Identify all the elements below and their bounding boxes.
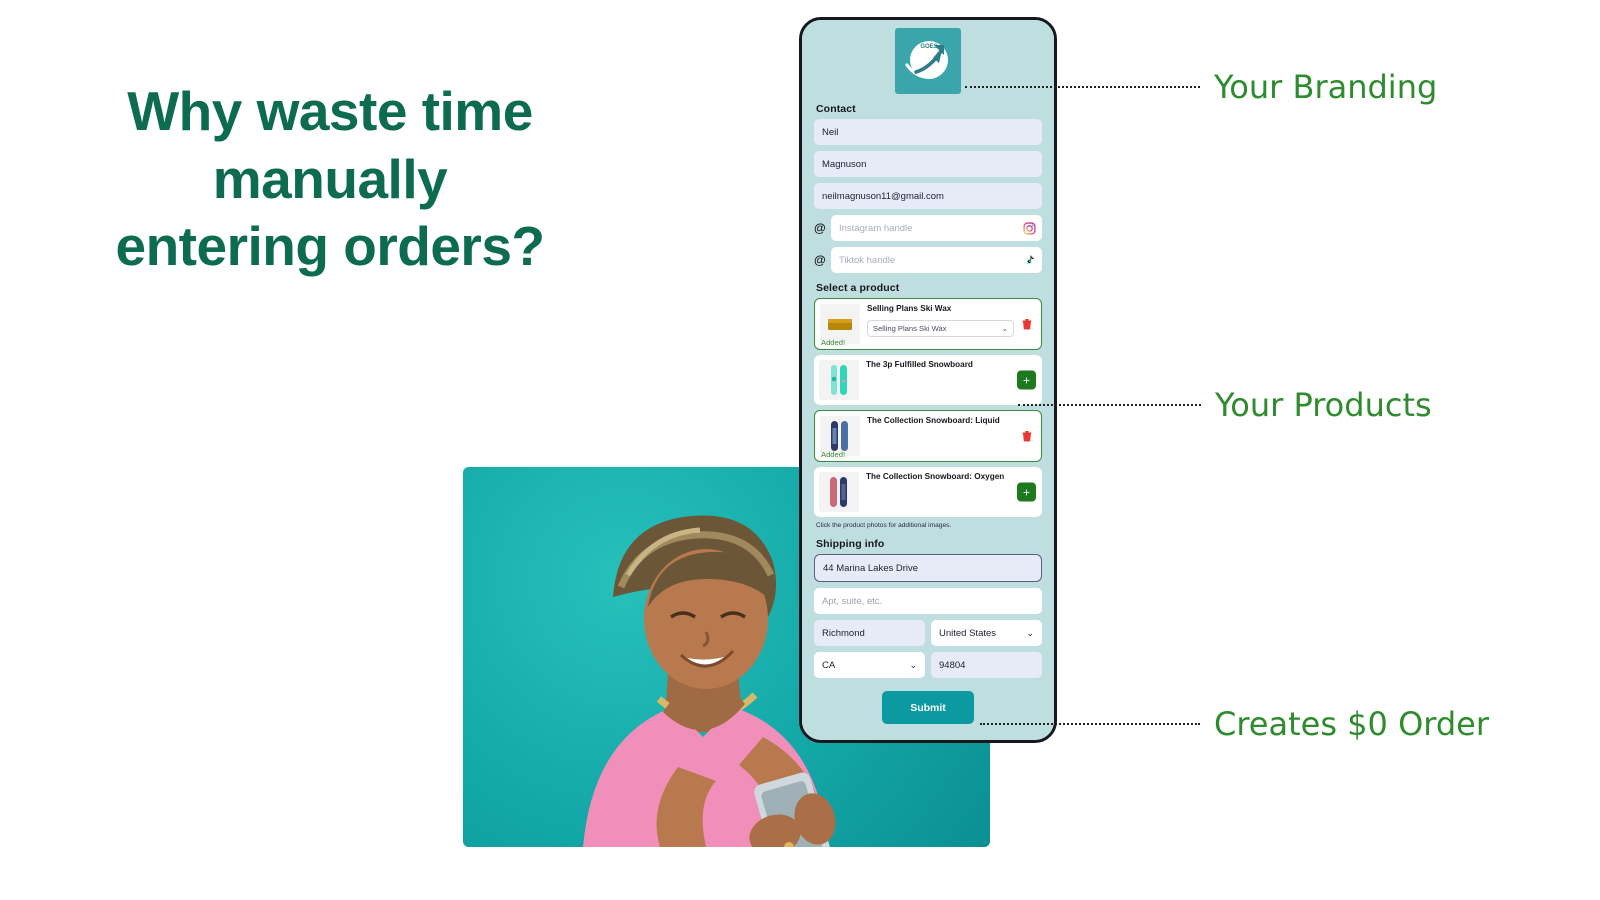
headline-line-2: manually xyxy=(212,147,448,210)
instagram-placeholder: Instagram handle xyxy=(839,222,913,234)
product-status-badge: Added! xyxy=(821,450,846,459)
product-thumbnail[interactable] xyxy=(819,472,859,512)
product-card[interactable]: Selling Plans Ski Wax Selling Plans Ski … xyxy=(814,298,1042,350)
leader-line xyxy=(980,723,1200,725)
phone-mockup: GOES Contact Neil Magnuson neilmagnuson1… xyxy=(799,17,1057,743)
product-info: The Collection Snowboard: Oxygen xyxy=(859,472,1037,512)
product-card[interactable]: The 3p Fulfilled Snowboard + xyxy=(814,355,1042,405)
leader-line xyxy=(1018,404,1201,406)
add-product-button[interactable]: + xyxy=(1017,482,1036,502)
brand-logo: GOES xyxy=(895,28,961,94)
zip-field[interactable]: 94804 xyxy=(931,652,1042,678)
annotation-label: Creates $0 Order xyxy=(1214,705,1489,743)
rocket-arrow-globe-icon: GOES xyxy=(905,41,948,79)
instagram-row: @ Instagram handle xyxy=(814,215,1042,241)
order-form-screen: GOES Contact Neil Magnuson neilmagnuson1… xyxy=(802,20,1054,740)
annotation-order: Creates $0 Order xyxy=(980,705,1489,743)
at-symbol-instagram: @ xyxy=(814,221,826,235)
instagram-input[interactable]: Instagram handle xyxy=(831,215,1042,241)
headline-line-3: entering orders? xyxy=(115,215,545,278)
delete-product-button[interactable] xyxy=(1021,318,1033,331)
address-line2-field[interactable]: Apt, suite, etc. xyxy=(814,588,1042,614)
tiktok-input[interactable]: Tiktok handle xyxy=(831,247,1042,273)
product-info: The 3p Fulfilled Snowboard xyxy=(859,360,1037,400)
country-select[interactable]: United States ⌄ xyxy=(931,620,1042,646)
chevron-down-icon: ⌄ xyxy=(1001,323,1008,333)
city-field[interactable]: Richmond xyxy=(814,620,925,646)
slide-canvas: Why waste time manually entering orders? xyxy=(0,0,1600,900)
headline-line-1: Why waste time xyxy=(127,80,533,142)
product-name: The Collection Snowboard: Liquid xyxy=(867,416,1000,425)
first-name-field[interactable]: Neil xyxy=(814,119,1042,145)
ski-wax-icon xyxy=(828,319,852,330)
chevron-down-icon: ⌄ xyxy=(1026,627,1034,638)
product-name: Selling Plans Ski Wax xyxy=(867,304,952,313)
tiktok-icon xyxy=(1026,255,1035,264)
product-thumbnail[interactable] xyxy=(819,360,859,400)
tiktok-placeholder: Tiktok handle xyxy=(839,254,896,266)
product-hint-text: Click the product photos for additional … xyxy=(816,522,952,529)
email-field[interactable]: neilmagnuson11@gmail.com xyxy=(814,183,1042,209)
state-value: CA xyxy=(822,659,836,671)
leader-line xyxy=(965,86,1200,88)
variant-label: Selling Plans Ski Wax xyxy=(873,323,947,333)
page-title: Why waste time manually entering orders? xyxy=(30,78,630,281)
state-select[interactable]: CA ⌄ xyxy=(814,652,925,678)
products-section-title: Select a product xyxy=(816,282,900,294)
product-name: The Collection Snowboard: Oxygen xyxy=(866,472,1005,481)
annotation-label: Your Products xyxy=(1215,386,1432,424)
tiktok-row: @ Tiktok handle xyxy=(814,247,1042,273)
city-country-row: Richmond United States ⌄ xyxy=(814,620,1042,646)
product-status-badge: Added! xyxy=(821,338,846,347)
at-symbol-tiktok: @ xyxy=(814,253,826,267)
product-info: Selling Plans Ski Wax Selling Plans Ski … xyxy=(860,304,1036,344)
delete-product-button[interactable] xyxy=(1021,430,1033,443)
country-value: United States xyxy=(939,627,997,639)
product-card[interactable]: The Collection Snowboard: Liquid Added! xyxy=(814,410,1042,462)
submit-button[interactable]: Submit xyxy=(882,691,974,724)
snowboard-pink-icon xyxy=(830,477,847,507)
last-name-field[interactable]: Magnuson xyxy=(814,151,1042,177)
annotation-branding: Your Branding xyxy=(965,68,1437,106)
product-info: The Collection Snowboard: Liquid xyxy=(860,416,1036,456)
shipping-section-title: Shipping info xyxy=(816,538,885,550)
product-variant-select[interactable]: Selling Plans Ski Wax ⌄ xyxy=(867,319,1014,337)
snowboard-blue-icon xyxy=(831,421,848,451)
state-zip-row: CA ⌄ 94804 xyxy=(814,652,1042,678)
svg-text:GOES: GOES xyxy=(920,44,937,50)
chevron-down-icon: ⌄ xyxy=(909,659,917,670)
annotation-products: Your Products xyxy=(1018,386,1432,424)
product-name: The 3p Fulfilled Snowboard xyxy=(866,360,973,369)
snowboard-mint-icon xyxy=(831,365,847,395)
address-line1-field[interactable]: 44 Marina Lakes Drive xyxy=(814,554,1042,582)
product-card[interactable]: The Collection Snowboard: Oxygen + xyxy=(814,467,1042,517)
annotation-label: Your Branding xyxy=(1214,68,1438,106)
instagram-icon xyxy=(1023,221,1036,235)
